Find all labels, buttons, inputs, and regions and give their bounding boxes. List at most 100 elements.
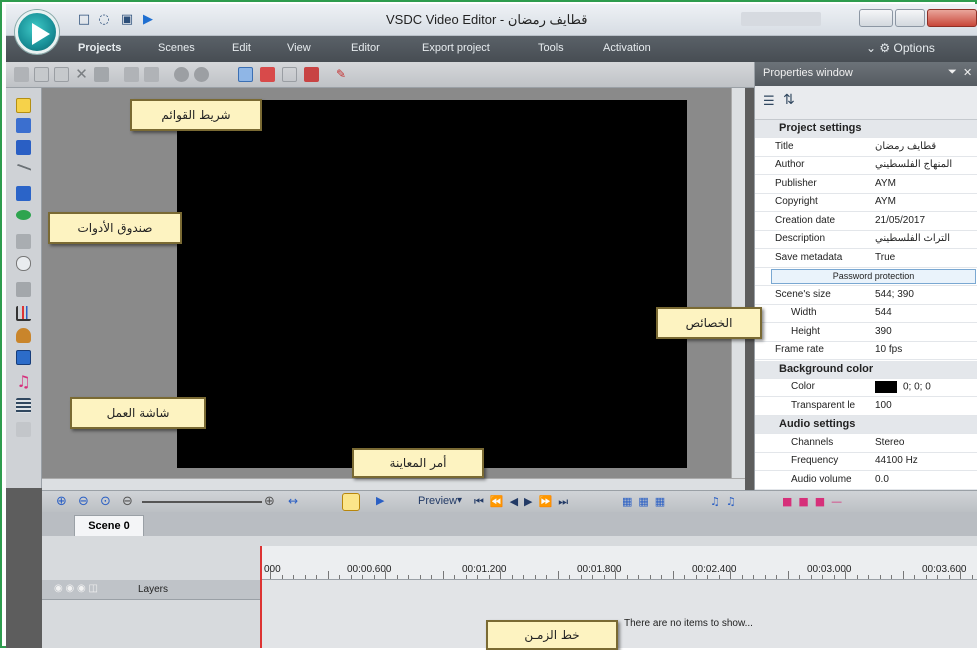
property-row[interactable]: Copyright AYM xyxy=(755,194,977,212)
play-icon[interactable]: ▶ xyxy=(140,11,156,29)
crop-icon[interactable] xyxy=(94,67,109,82)
minimize-button[interactable] xyxy=(859,9,893,27)
chart-tool-icon[interactable] xyxy=(16,306,31,321)
property-row[interactable]: Width 544 xyxy=(755,305,977,323)
image-tool-icon[interactable] xyxy=(16,350,31,365)
split-tools-icon[interactable]: ▦▦▦ xyxy=(622,495,671,508)
property-row[interactable]: Description التراث الفلسطيني xyxy=(755,231,977,249)
more-tools-icon[interactable] xyxy=(16,422,31,437)
zoom-fit-icon[interactable]: ⊙ xyxy=(100,494,111,509)
categorized-icon[interactable]: ☰ xyxy=(763,94,775,109)
maximize-button[interactable] xyxy=(895,9,925,27)
property-value[interactable]: المنهاج الفلسطيني xyxy=(875,159,977,170)
pointer-tool-icon[interactable] xyxy=(16,98,31,113)
zoom-min-icon[interactable]: ⊖ xyxy=(122,494,133,509)
sprite-tool-icon[interactable] xyxy=(16,328,31,343)
menu-editor[interactable]: Editor xyxy=(351,42,380,54)
select-mode-icon[interactable] xyxy=(238,67,253,82)
save-icon[interactable]: ▣ xyxy=(119,11,135,29)
app-logo-button[interactable] xyxy=(15,10,59,54)
options-menu[interactable]: ⌄ ⚙ Options xyxy=(866,41,935,55)
property-row[interactable]: Frequency 44100 Hz xyxy=(755,453,977,471)
layer-controls-icon[interactable]: ◉ ◉ ◉ ◫ xyxy=(54,583,98,594)
property-row[interactable]: Frame rate 10 fps xyxy=(755,342,977,360)
property-row[interactable]: Scene's size 544; 390 xyxy=(755,287,977,305)
snap-icon[interactable] xyxy=(342,493,360,511)
cut-icon[interactable] xyxy=(14,67,29,82)
subtitle-tool-icon[interactable] xyxy=(16,398,31,413)
open-icon[interactable]: ◌ xyxy=(96,11,112,29)
property-value[interactable]: 544; 390 xyxy=(875,289,977,300)
password-protection-button[interactable]: Password protection xyxy=(771,269,976,284)
time-ruler[interactable]: 000 00:00.600 00:01.200 00:01.800 00:02.400 0… xyxy=(260,546,977,580)
transport-controls[interactable]: ⏮⏪◀▶⏩⏭ xyxy=(474,495,574,509)
ellipse-tool-icon[interactable] xyxy=(16,210,31,220)
property-section[interactable]: Project settings xyxy=(755,120,977,138)
property-value[interactable]: 544 xyxy=(875,307,977,318)
frame-icon[interactable] xyxy=(282,67,297,82)
menu-activation[interactable]: Activation xyxy=(603,42,651,54)
property-value[interactable]: AYM xyxy=(875,196,977,207)
color-swatch[interactable] xyxy=(875,381,897,393)
property-value[interactable]: التراث الفلسطيني xyxy=(875,233,977,244)
property-value[interactable]: 21/05/2017 xyxy=(875,215,977,226)
property-section[interactable]: Background color xyxy=(755,360,977,379)
marker-tools-icon[interactable]: ■■■— xyxy=(782,495,848,508)
zoom-slider[interactable] xyxy=(142,501,262,503)
menu-scenes[interactable]: Scenes xyxy=(158,42,195,54)
pin-icon[interactable]: ⏷ xyxy=(948,66,957,79)
property-value[interactable]: Stereo xyxy=(875,437,977,448)
zoom-out-icon[interactable]: ⊖ xyxy=(78,494,89,509)
playhead[interactable] xyxy=(260,546,262,648)
add-image-icon[interactable] xyxy=(16,140,31,155)
preview-button[interactable]: Preview xyxy=(418,495,457,507)
property-row[interactable]: Title قطايف رمضان xyxy=(755,139,977,157)
property-row[interactable]: Audio volume 0.0 xyxy=(755,472,977,490)
property-value[interactable]: 100 xyxy=(875,400,977,411)
property-row[interactable]: Publisher AYM xyxy=(755,176,977,194)
flag-icon[interactable] xyxy=(304,67,319,82)
property-value[interactable]: True xyxy=(875,252,977,263)
movement-tool-icon[interactable] xyxy=(16,282,31,297)
menu-projects[interactable]: Projects xyxy=(78,42,121,54)
fit-timeline-icon[interactable]: ↔ xyxy=(288,494,298,508)
copy-icon[interactable] xyxy=(34,67,49,82)
new-project-icon[interactable]: □ xyxy=(76,11,92,29)
audio-tool-icon[interactable]: ♫ xyxy=(16,374,31,390)
property-row[interactable]: Save metadata True xyxy=(755,250,977,268)
property-value[interactable]: 390 xyxy=(875,326,977,337)
property-row[interactable]: Color 0; 0; 0 xyxy=(755,379,977,397)
property-value[interactable]: 0; 0; 0 xyxy=(875,381,977,393)
close-button[interactable] xyxy=(927,9,977,27)
menu-view[interactable]: View xyxy=(287,42,311,54)
property-value[interactable]: 44100 Hz xyxy=(875,455,977,466)
property-button-row[interactable]: Password protection xyxy=(755,268,977,286)
zoom-in-icon[interactable]: ⊕ xyxy=(56,494,67,509)
tab-scene-0[interactable]: Scene 0 xyxy=(74,515,144,536)
preview-dropdown-icon[interactable]: ▾ xyxy=(457,495,462,506)
close-panel-icon[interactable]: ✕ xyxy=(963,66,972,79)
zoom-max-icon[interactable]: ⊕ xyxy=(264,494,275,509)
property-row[interactable]: Transparent le 100 xyxy=(755,398,977,416)
property-row[interactable]: Author المنهاج الفلسطيني xyxy=(755,157,977,175)
sort-icon[interactable]: ⇅ xyxy=(783,92,795,108)
menu-edit[interactable]: Edit xyxy=(232,42,251,54)
property-row[interactable]: Channels Stereo xyxy=(755,435,977,453)
pen-icon[interactable]: ✎ xyxy=(336,67,351,82)
audio-tools-icon[interactable]: ♫♫ xyxy=(710,495,742,508)
polygon-tool-icon[interactable] xyxy=(16,234,31,249)
menu-tools[interactable]: Tools xyxy=(538,42,564,54)
delete-icon[interactable]: ✕ xyxy=(74,67,89,82)
property-section[interactable]: Audio settings xyxy=(755,416,977,434)
rectangle-tool-icon[interactable] xyxy=(16,186,31,201)
property-row[interactable]: Creation date 21/05/2017 xyxy=(755,213,977,231)
filter-icon[interactable] xyxy=(194,67,209,82)
marker-icon[interactable] xyxy=(260,67,275,82)
track-area[interactable] xyxy=(260,580,977,648)
property-row[interactable]: Height 390 xyxy=(755,324,977,342)
work-area-vertical-scrollbar[interactable] xyxy=(731,88,745,478)
scene-canvas[interactable] xyxy=(177,100,687,468)
text-tool-icon[interactable] xyxy=(16,256,31,271)
paste-icon[interactable] xyxy=(54,67,69,82)
property-value[interactable]: AYM xyxy=(875,178,977,189)
